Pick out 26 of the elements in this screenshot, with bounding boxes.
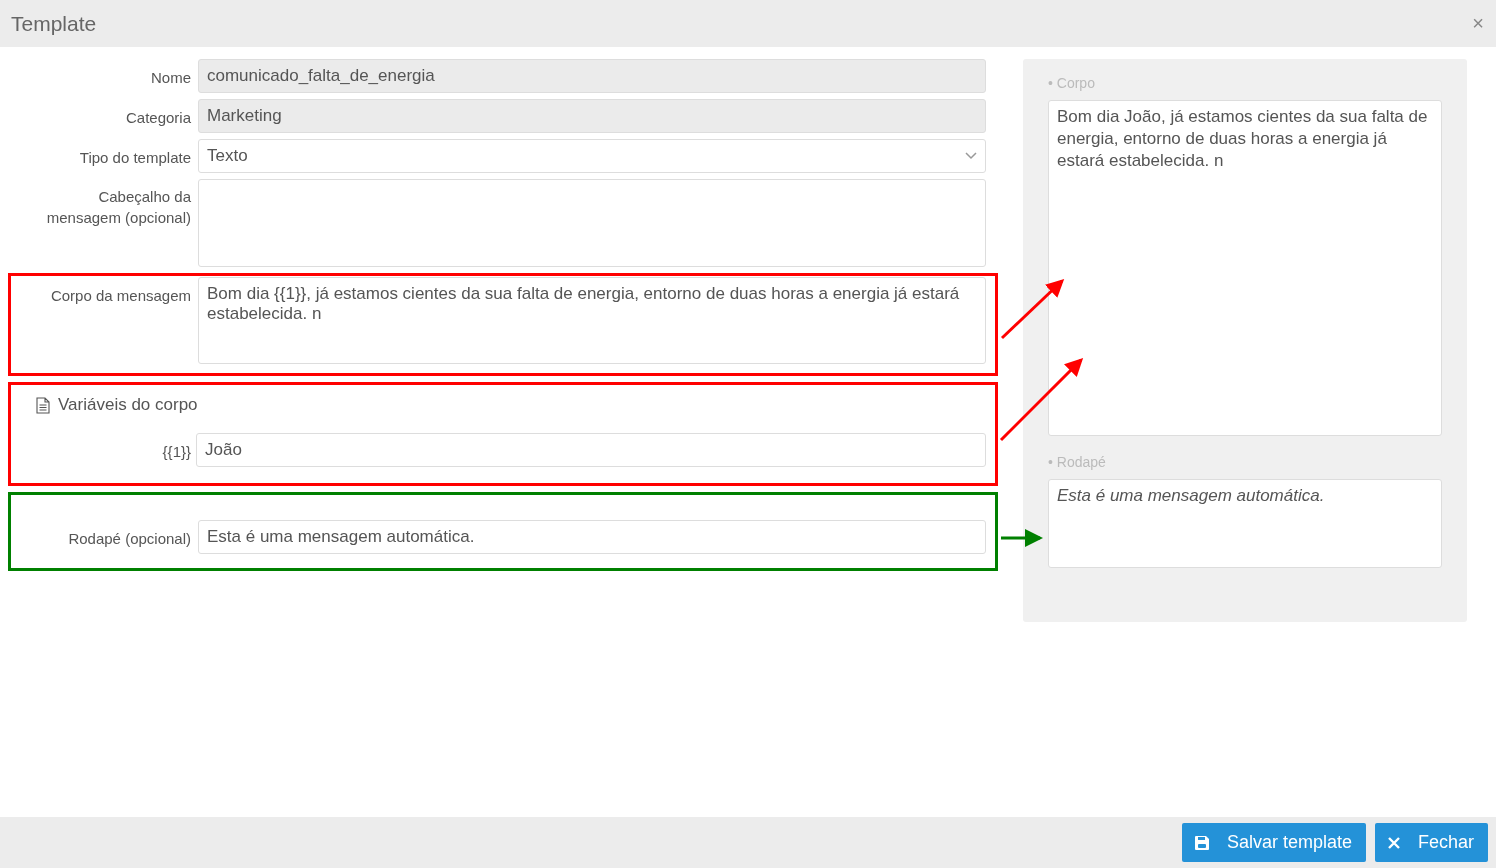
field-label: {{1}} [161,442,191,462]
preview-body: Bom dia João, já estamos cientes da sua falta de energia, entorno de duas horas a energia já estará estabelecida. n [1048,100,1442,436]
input-field[interactable]: Marketing [198,99,986,133]
field-label: Corpo da mensagem [49,286,191,306]
textarea-field[interactable]: Bom dia {{1}}, já estamos cientes da sua falta de energia, entorno de duas horas a energia já estará estabelecida. n [198,277,986,364]
chevron-down-icon [965,152,977,160]
input-field[interactable]: João [196,433,986,467]
preview-footer: Esta é uma mensagem automática. [1048,479,1442,568]
input-field[interactable]: comunicado_falta_de_energia [198,59,986,93]
dialog-title: Template [11,11,97,36]
document-icon [36,396,50,414]
section-title: Variáveis do corpo [58,395,198,415]
save-icon [1193,834,1210,851]
input-field[interactable]: Esta é uma mensagem automática. [198,520,986,554]
annotation-arrow [1001,529,1043,547]
select-field[interactable]: Texto [198,139,986,173]
field-label: Tipo do template [78,148,191,168]
textarea-field[interactable] [198,179,986,267]
annotation-arrow [1000,278,1065,340]
close-icon [1386,835,1401,850]
close-button[interactable]: Fechar [1374,823,1488,862]
save-button[interactable]: Salvar template [1181,823,1366,862]
field-label: Categoria [124,108,191,128]
field-label: Nome [150,68,191,88]
field-label: Rodapé (opcional) [67,529,191,549]
field-label: Cabeçalho da mensagem (opcional) [45,187,191,228]
